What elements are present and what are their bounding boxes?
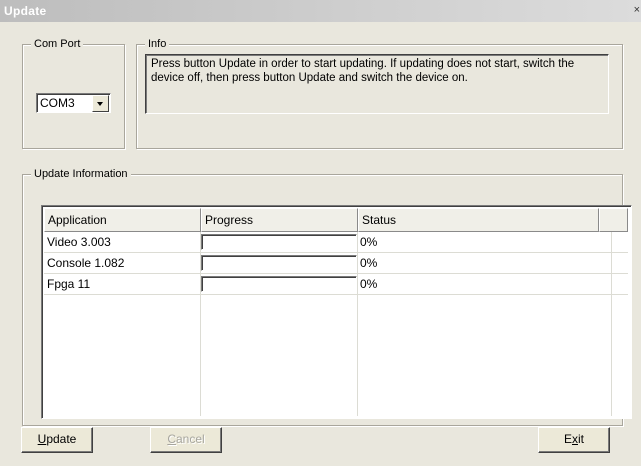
button-label: ancel [175,432,205,446]
column-header-label: Application [48,213,107,227]
info-message: Press button Update in order to start up… [151,58,575,84]
cancel-button[interactable]: Cancel [150,427,222,453]
status-cell: 0% [360,256,378,270]
com-port-group-label: Com Port [31,37,84,51]
info-group-label: Info [145,37,170,51]
exit-button[interactable]: Exit [538,427,610,453]
status-cell: 0% [360,277,378,291]
table-row[interactable]: Video 3.003 0% [44,232,628,253]
progress-bar [201,255,357,271]
update-information-group-label: Update Information [31,167,131,181]
chevron-down-icon[interactable] [92,95,109,112]
status-cell: 0% [360,235,378,249]
accelerator-key: C [167,432,176,446]
application-cell: Fpga 11 [47,277,91,291]
column-header-filler [599,208,628,232]
accelerator-key: U [37,432,47,446]
info-message-box: Press button Update in order to start up… [145,54,609,114]
column-header-progress[interactable]: Progress [201,208,358,232]
window-title: Update [4,4,47,18]
update-list[interactable]: Application Progress Status Video 3.003 … [41,205,632,419]
com-port-select[interactable]: COM3 [36,93,111,113]
com-port-selected-value: COM3 [40,96,75,110]
progress-bar [201,234,357,250]
list-header: Application Progress Status [44,208,628,232]
update-button[interactable]: Update [21,427,93,453]
update-dialog: Com Port COM3 Info Press button Update i… [0,22,641,466]
progress-bar [201,276,357,292]
column-header-status[interactable]: Status [358,208,599,232]
button-label: pdate [46,432,77,446]
table-row[interactable]: Console 1.082 0% [44,253,628,274]
column-header-label: Status [362,213,397,227]
button-label-prefix: E [563,432,572,446]
column-header-application[interactable]: Application [44,208,201,232]
table-row[interactable]: Fpga 11 0% [44,274,628,295]
application-cell: Console 1.082 [47,256,125,270]
update-information-group: Update Information Application Progress … [22,167,632,426]
application-cell: Video 3.003 [47,235,111,249]
info-group: Info Press button Update in order to sta… [136,37,623,149]
com-port-group: Com Port COM3 [22,37,125,149]
button-label: it [578,432,584,446]
title-bar[interactable]: Update × [0,0,641,22]
close-icon[interactable]: × [630,3,640,17]
column-header-label: Progress [205,213,254,227]
